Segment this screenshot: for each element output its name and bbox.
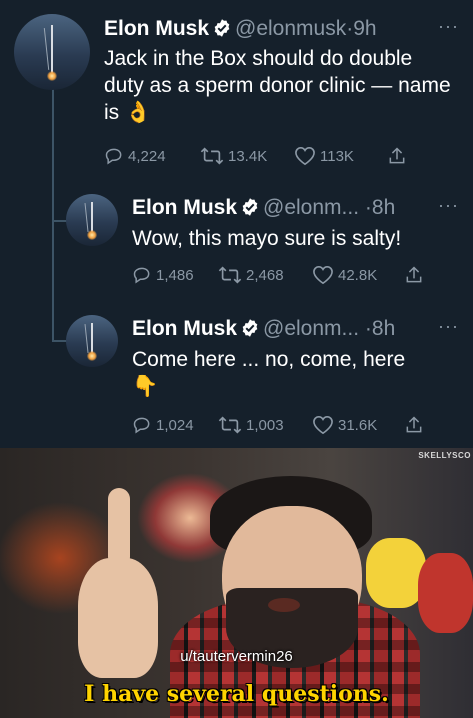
like-count: 113K [320, 147, 354, 165]
verified-badge-icon [242, 198, 258, 216]
timestamp[interactable]: 8h [372, 317, 395, 340]
meme-caption: I have several questions. [84, 681, 389, 707]
plush-toy [366, 538, 426, 608]
reply-button[interactable]: 4,224 [104, 146, 166, 166]
tweet-text: Jack in the Box should do double duty as… [104, 47, 451, 124]
tweet-header: Elon Musk @elonm... ·8h [132, 195, 395, 221]
like-icon [295, 146, 315, 166]
like-icon [313, 265, 333, 285]
tweet-actions: 4,224 13.4K 113K [104, 146, 424, 168]
watermark: SKELLYSCO [418, 451, 471, 460]
thread-connector [52, 80, 54, 342]
author-name[interactable]: Elon Musk [104, 17, 209, 40]
pointing-finger [108, 488, 130, 568]
author-name[interactable]: Elon Musk [132, 317, 237, 340]
reply-button[interactable]: 1,024 [132, 415, 194, 435]
retweet-icon [218, 266, 242, 284]
retweet-icon [218, 416, 242, 434]
more-icon[interactable]: ··· [438, 195, 459, 216]
author-name[interactable]: Elon Musk [132, 196, 237, 219]
reply-count: 1,024 [156, 416, 194, 434]
tweet-actions: 1,024 1,003 31.6K [132, 415, 432, 437]
timestamp[interactable]: 8h [372, 196, 395, 219]
retweet-button[interactable]: 2,468 [218, 265, 284, 285]
tweet-text: Wow, this mayo sure is salty! [132, 227, 402, 250]
more-icon[interactable]: ··· [438, 316, 459, 337]
avatar[interactable] [14, 14, 90, 90]
verified-badge-icon [214, 19, 230, 37]
tweet-thread: Elon Musk @elonmusk · 9h ··· Jack in the Bo… [0, 0, 473, 448]
reply-button[interactable]: 1,486 [132, 265, 194, 285]
reply-icon [133, 267, 150, 284]
share-icon [389, 147, 405, 164]
tweet-actions: 1,486 2,468 42.8K [132, 265, 432, 287]
tweet-header: Elon Musk @elonm... ·8h [132, 316, 395, 342]
tweet-header: Elon Musk @elonmusk·9h [104, 16, 377, 42]
more-icon[interactable]: ··· [438, 16, 459, 37]
author-handle[interactable]: @elonm... [263, 196, 359, 219]
reply-count: 4,224 [128, 147, 166, 165]
tweet-text: Come here ... no, come, here 👇 [132, 348, 406, 398]
mouth [268, 598, 300, 612]
share-button[interactable] [404, 265, 428, 285]
meme-image: SKELLYSCO u/tautervermin26 I have severa… [0, 448, 473, 718]
share-button[interactable] [404, 415, 428, 435]
retweet-icon [200, 147, 224, 165]
timestamp[interactable]: 9h [353, 17, 376, 40]
reply-count: 1,486 [156, 266, 194, 284]
plush-toy [418, 553, 473, 633]
retweet-count: 1,003 [246, 416, 284, 434]
like-button[interactable]: 42.8K [312, 265, 377, 285]
retweet-button[interactable]: 1,003 [218, 415, 284, 435]
like-count: 42.8K [338, 266, 378, 284]
retweet-count: 2,468 [246, 266, 284, 284]
share-button[interactable] [387, 146, 411, 166]
share-icon [406, 416, 422, 433]
verified-badge-icon [242, 319, 258, 337]
avatar[interactable] [66, 315, 118, 367]
author-handle[interactable]: @elonm... [263, 317, 359, 340]
avatar[interactable] [66, 194, 118, 246]
like-icon [313, 415, 333, 435]
reply-icon [133, 417, 150, 434]
separator-dot: · [364, 317, 372, 340]
reddit-username: u/tautervermin26 [180, 648, 293, 665]
retweet-count: 13.4K [228, 147, 268, 165]
author-handle[interactable]: @elonmusk [235, 17, 346, 40]
like-button[interactable]: 113K [294, 146, 354, 166]
like-button[interactable]: 31.6K [312, 415, 377, 435]
separator-dot: · [364, 196, 372, 219]
reply-icon [105, 148, 122, 165]
share-icon [406, 266, 422, 283]
like-count: 31.6K [338, 416, 378, 434]
retweet-button[interactable]: 13.4K [200, 146, 267, 166]
